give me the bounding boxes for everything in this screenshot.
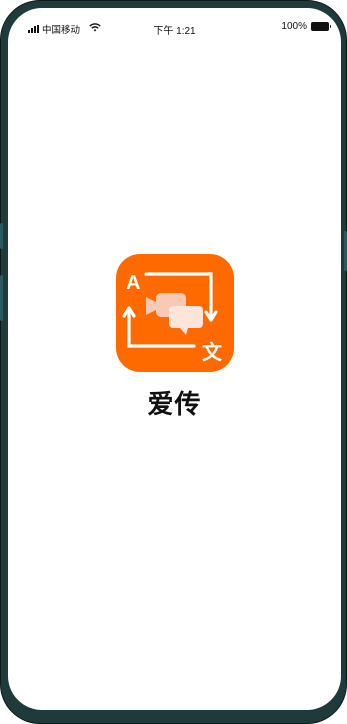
screen: 中国移动 下午 1:21 100% A 文 爱传 bbox=[8, 8, 341, 710]
phone-side-button bbox=[0, 223, 3, 249]
icon-letter-a: A bbox=[126, 272, 140, 294]
battery-icon bbox=[311, 22, 331, 31]
status-bar: 中国移动 下午 1:21 100% bbox=[8, 8, 341, 38]
app-name: 爱传 bbox=[147, 390, 202, 420]
phone-frame: 中国移动 下午 1:21 100% A 文 爱传 bbox=[0, 0, 347, 724]
translate-video-chat-icon: A 文 bbox=[121, 272, 223, 364]
phone-side-button bbox=[0, 275, 3, 321]
icon-letter-wen: 文 bbox=[202, 340, 223, 364]
status-right: 100% bbox=[281, 21, 331, 32]
battery-percent: 100% bbox=[281, 21, 307, 32]
splash-content: A 文 爱传 bbox=[8, 254, 341, 421]
chat-bubble-icon bbox=[168, 306, 203, 335]
app-logo-icon: A 文 bbox=[115, 254, 234, 372]
